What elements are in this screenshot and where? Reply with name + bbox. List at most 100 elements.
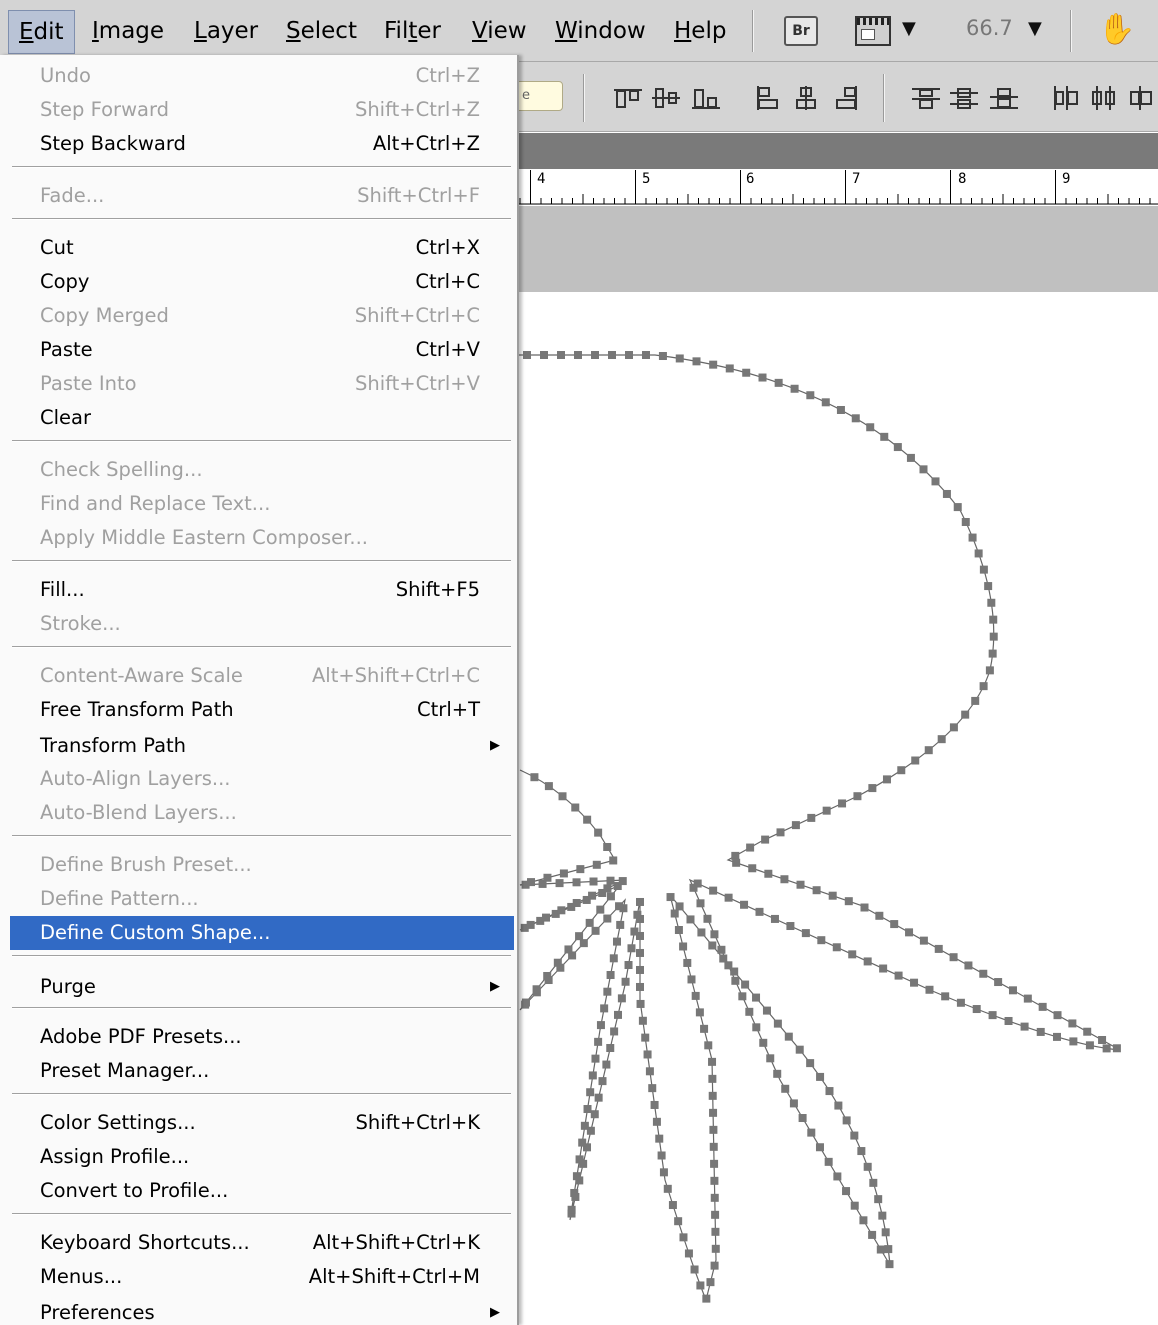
path-anchor-point[interactable] (882, 775, 891, 784)
path-anchor-point[interactable] (674, 1217, 683, 1226)
path-anchor-point[interactable] (591, 1054, 600, 1063)
path-anchor-point[interactable] (731, 976, 740, 985)
path-anchor-point[interactable] (650, 1100, 659, 1109)
path-anchor-point[interactable] (580, 1121, 589, 1130)
menu-item-define-brush-preset[interactable]: Define Brush Preset... (10, 848, 514, 882)
path-anchor-point[interactable] (709, 1108, 718, 1117)
align-top-edges-icon[interactable] (612, 84, 644, 112)
path-anchor-point[interactable] (740, 900, 749, 909)
path-anchor-point[interactable] (578, 1138, 587, 1147)
distribute-right-edges-icon[interactable] (1126, 84, 1158, 112)
path-anchor-point[interactable] (594, 828, 603, 837)
path-anchor-point[interactable] (708, 1091, 717, 1100)
path-anchor-point[interactable] (571, 803, 580, 812)
path-anchor-point[interactable] (934, 944, 943, 953)
path-anchor-point[interactable] (557, 351, 565, 359)
hand-tool-icon[interactable]: ✋ (1098, 14, 1135, 46)
path-anchor-point[interactable] (697, 928, 706, 937)
path-anchor-point[interactable] (834, 1101, 843, 1110)
path-anchor-point[interactable] (540, 351, 548, 359)
path-anchor-point[interactable] (575, 1155, 584, 1164)
chevron-down-icon[interactable]: ▼ (1028, 18, 1042, 39)
path-anchor-point[interactable] (742, 368, 751, 377)
path-anchor-point[interactable] (572, 898, 581, 907)
path-anchor-point[interactable] (591, 351, 599, 359)
path-anchor-point[interactable] (937, 735, 946, 744)
menu-item-color-settings[interactable]: Color Settings... Shift+Ctrl+K (10, 1106, 514, 1140)
path-anchor-point[interactable] (801, 929, 810, 938)
path-anchor-point[interactable] (784, 1032, 793, 1041)
path-anchor-point[interactable] (761, 835, 770, 844)
path-anchor-point[interactable] (1112, 1044, 1121, 1053)
path-anchor-point[interactable] (663, 1184, 672, 1193)
path-anchor-point[interactable] (925, 985, 934, 994)
path-anchor-point[interactable] (702, 1294, 711, 1303)
menu-view[interactable]: View (462, 8, 537, 54)
path-anchor-point[interactable] (657, 1151, 666, 1160)
path-anchor-point[interactable] (979, 565, 988, 574)
menu-item-menus[interactable]: Menus... Alt+Shift+Ctrl+M (10, 1260, 514, 1294)
path-anchor-point[interactable] (724, 893, 733, 902)
path-anchor-point[interactable] (530, 773, 539, 782)
path-anchor-point[interactable] (589, 877, 598, 886)
path-anchor-point[interactable] (636, 999, 645, 1008)
menu-item-keyboard-shortcuts[interactable]: Keyboard Shortcuts... Alt+Shift+Ctrl+K (10, 1226, 514, 1260)
menu-item-copy-merged[interactable]: Copy Merged Shift+Ctrl+C (10, 299, 514, 333)
path-anchor-point[interactable] (770, 914, 779, 923)
menu-item-clear[interactable]: Clear (10, 401, 514, 435)
path-anchor-point[interactable] (636, 897, 644, 906)
path-anchor-point[interactable] (606, 876, 615, 885)
path-anchor-point[interactable] (1068, 1019, 1077, 1028)
path-anchor-point[interactable] (942, 489, 951, 498)
path-anchor-point[interactable] (941, 992, 950, 1001)
align-vertical-centers-icon[interactable] (650, 84, 682, 112)
path-anchor-point[interactable] (949, 953, 958, 962)
path-anchor-point[interactable] (979, 969, 988, 978)
zoom-level[interactable]: 66.7 (966, 16, 1013, 40)
path-anchor-point[interactable] (709, 360, 718, 369)
path-anchor-point[interactable] (617, 994, 626, 1003)
path-anchor-point[interactable] (1098, 1035, 1107, 1044)
path-anchor-point[interactable] (583, 815, 592, 824)
path-anchor-point[interactable] (710, 930, 719, 939)
path-anchor-point[interactable] (717, 945, 726, 954)
menu-image[interactable]: Image (82, 8, 174, 54)
path-anchor-point[interactable] (911, 756, 920, 765)
path-anchor-point[interactable] (850, 1201, 859, 1210)
path-anchor-point[interactable] (689, 883, 698, 892)
menu-item-paste[interactable]: Paste Ctrl+V (10, 333, 514, 367)
path-anchor-point[interactable] (603, 987, 612, 996)
path-anchor-point[interactable] (708, 1057, 717, 1066)
path-anchor-point[interactable] (583, 1105, 592, 1114)
path-anchor-point[interactable] (603, 884, 612, 893)
menu-item-check-spelling[interactable]: Check Spelling... (10, 453, 514, 487)
path-anchor-point[interactable] (822, 806, 831, 815)
menu-item-fade[interactable]: Fade... Shift+Ctrl+F (10, 179, 514, 213)
path-anchor-point[interactable] (668, 1201, 677, 1210)
path-anchor-point[interactable] (730, 967, 739, 976)
path-anchor-point[interactable] (709, 1142, 718, 1151)
path-anchor-point[interactable] (910, 978, 919, 987)
path-anchor-point[interactable] (953, 503, 962, 512)
path-anchor-point[interactable] (711, 1244, 720, 1253)
menu-item-find-replace-text[interactable]: Find and Replace Text... (10, 487, 514, 521)
path-anchor-point[interactable] (931, 477, 940, 486)
path-anchor-point[interactable] (558, 792, 567, 801)
path-anchor-point[interactable] (532, 985, 541, 994)
path-anchor-point[interactable] (881, 1228, 890, 1237)
path-anchor-point[interactable] (860, 903, 869, 912)
path-anchor-point[interactable] (859, 1216, 868, 1225)
path-anchor-point[interactable] (1053, 1011, 1062, 1020)
path-anchor-point[interactable] (586, 1088, 595, 1097)
path-anchor-point[interactable] (1085, 1041, 1094, 1050)
path-anchor-point[interactable] (1102, 1044, 1111, 1053)
path-anchor-point[interactable] (994, 978, 1003, 987)
menu-item-define-custom-shape[interactable]: Define Custom Shape... (10, 916, 514, 950)
menu-item-fill[interactable]: Fill... Shift+F5 (10, 573, 514, 607)
path-anchor-point[interactable] (987, 598, 996, 607)
path-anchor-point[interactable] (961, 517, 970, 526)
path-anchor-point[interactable] (588, 1071, 597, 1080)
menu-item-apply-middle-eastern-composer[interactable]: Apply Middle Eastern Composer... (10, 521, 514, 555)
menu-item-step-backward[interactable]: Step Backward Alt+Ctrl+Z (10, 127, 514, 161)
path-anchor-point[interactable] (875, 911, 884, 920)
